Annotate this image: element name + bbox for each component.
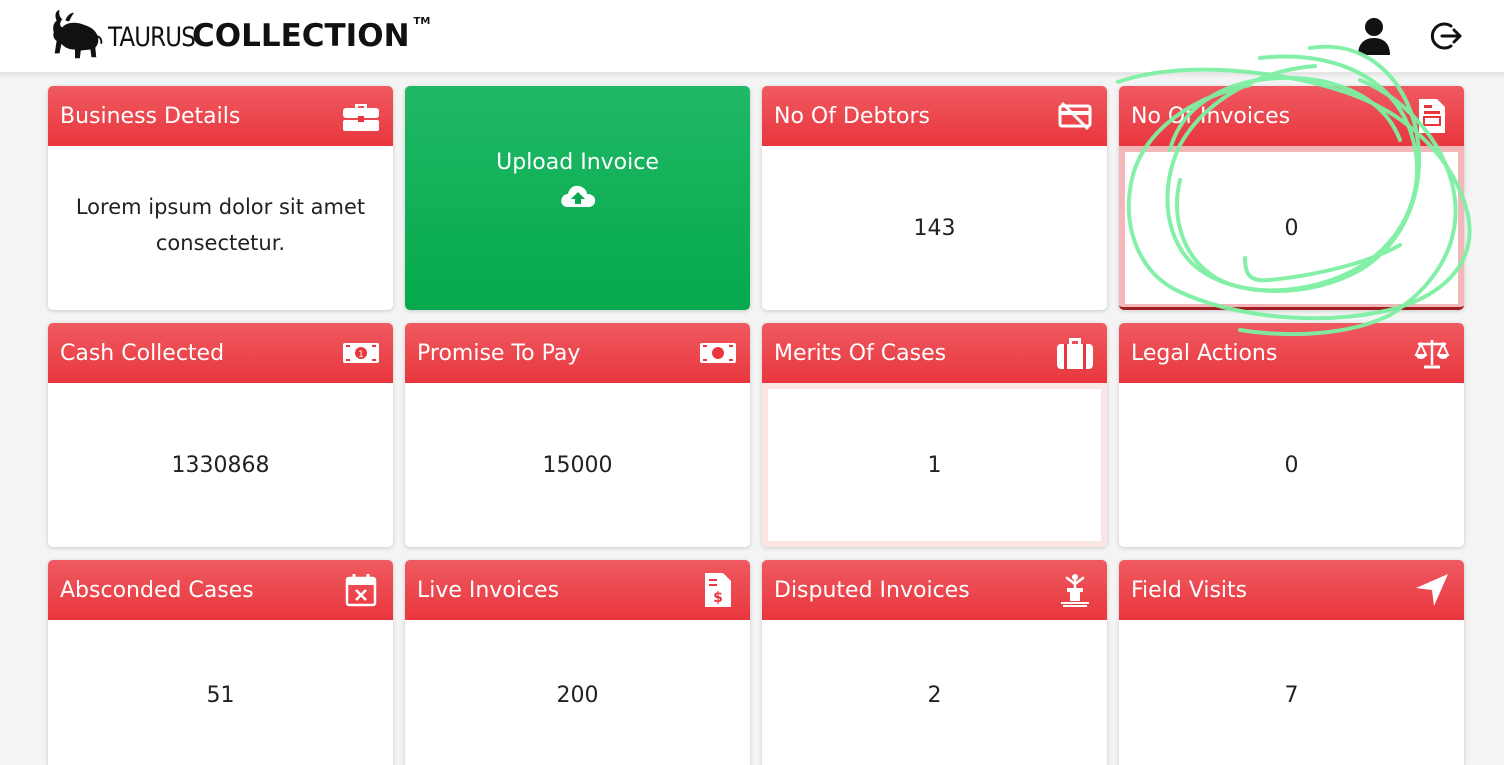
document-icon <box>1412 96 1452 136</box>
no-card-icon <box>1055 96 1095 136</box>
card-field-visits[interactable]: Field Visits 7 <box>1119 560 1464 765</box>
upload-invoice-label: Upload Invoice <box>496 149 659 175</box>
card-title: No Of Invoices <box>1131 103 1291 129</box>
card-value: 143 <box>913 215 956 241</box>
card-header: Live Invoices $ <box>405 560 750 620</box>
upload-invoice-button[interactable]: Upload Invoice <box>405 86 750 310</box>
scale-icon <box>1412 333 1452 373</box>
card-header: Business Details <box>48 86 393 146</box>
trademark-mark: TM <box>413 16 431 27</box>
card-value: 1330868 <box>171 452 270 478</box>
logout-icon[interactable] <box>1426 14 1466 58</box>
card-value: 7 <box>1284 682 1299 708</box>
brand-name-bold: COLLECTION <box>192 18 410 54</box>
brand-logo[interactable]: TAURUS COLLECTION TM <box>46 6 430 66</box>
card-header: No Of Debtors <box>762 86 1107 146</box>
card-header: No Of Invoices <box>1119 86 1464 146</box>
money-bill-icon <box>698 333 738 373</box>
card-value: 1 <box>762 383 1107 547</box>
card-header: Field Visits <box>1119 560 1464 620</box>
card-value: 0 <box>1119 146 1464 307</box>
card-title: Absconded Cases <box>60 577 254 603</box>
briefcase-icon <box>341 96 381 136</box>
cloud-upload-icon <box>560 185 595 207</box>
card-value: 51 <box>206 682 235 708</box>
card-cash-collected[interactable]: Cash Collected 1 1330868 <box>48 323 393 547</box>
suitcase-icon <box>1055 333 1095 373</box>
card-header: Cash Collected 1 <box>48 323 393 383</box>
card-legal-actions[interactable]: Legal Actions 0 <box>1119 323 1464 547</box>
card-merits-of-cases[interactable]: Merits Of Cases 1 <box>762 323 1107 547</box>
card-title: Legal Actions <box>1131 340 1278 366</box>
card-live-invoices[interactable]: Live Invoices $ 200 <box>405 560 750 765</box>
card-header: Merits Of Cases <box>762 323 1107 383</box>
calendar-x-icon <box>341 570 381 610</box>
top-navbar: TAURUS COLLECTION TM <box>0 0 1504 74</box>
card-header: Absconded Cases <box>48 560 393 620</box>
brand-name-light: TAURUS <box>108 22 196 53</box>
card-header: Legal Actions <box>1119 323 1464 383</box>
card-no-of-invoices[interactable]: No Of Invoices 0 <box>1119 86 1464 310</box>
card-disputed-invoices[interactable]: Disputed Invoices 2 <box>762 560 1107 765</box>
card-title: Promise To Pay <box>417 340 581 366</box>
bull-logo-icon <box>53 9 103 59</box>
card-value: 15000 <box>542 452 613 478</box>
card-title: Live Invoices <box>417 577 560 603</box>
card-promise-to-pay[interactable]: Promise To Pay 15000 <box>405 323 750 547</box>
svg-text:$: $ <box>713 590 723 606</box>
card-value: 0 <box>1284 452 1299 478</box>
card-description: Lorem ipsum dolor sit amet consectetur. <box>75 195 366 255</box>
card-title: Business Details <box>60 103 241 129</box>
card-title: Disputed Invoices <box>774 577 970 603</box>
card-header: Promise To Pay <box>405 323 750 383</box>
user-icon[interactable] <box>1354 14 1394 58</box>
card-title: Cash Collected <box>60 340 225 366</box>
svg-text:1: 1 <box>358 350 364 360</box>
money-bill-icon: 1 <box>341 333 381 373</box>
invoice-dollar-icon: $ <box>698 570 738 610</box>
card-title: No Of Debtors <box>774 103 930 129</box>
card-no-of-debtors[interactable]: No Of Debtors 143 <box>762 86 1107 310</box>
card-header: Disputed Invoices <box>762 560 1107 620</box>
location-arrow-icon <box>1412 570 1452 610</box>
card-value: 2 <box>927 682 942 708</box>
podium-icon <box>1055 570 1095 610</box>
card-title: Merits Of Cases <box>774 340 947 366</box>
card-title: Field Visits <box>1131 577 1248 603</box>
card-business-details[interactable]: Business Details Lorem ipsum dolor sit a… <box>48 86 393 310</box>
card-absconded-cases[interactable]: Absconded Cases 51 <box>48 560 393 765</box>
card-value: 200 <box>556 682 599 708</box>
